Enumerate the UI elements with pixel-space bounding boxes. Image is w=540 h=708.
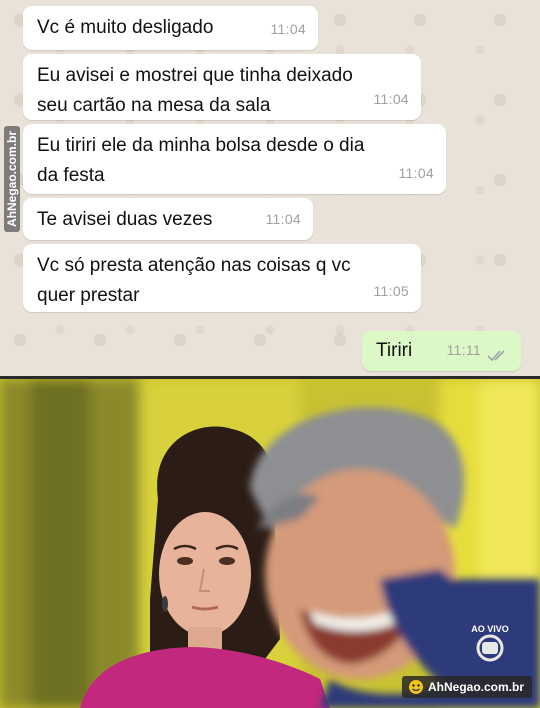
message-text: Eu tiriri ele da minha bolsa desde o dia… xyxy=(37,135,365,186)
site-watermark-text: AhNegao.com.br xyxy=(427,680,524,694)
side-watermark: AhNegao.com.br xyxy=(2,120,22,238)
message-bubble-4[interactable]: Te avisei duas vezes 11:04 xyxy=(23,198,313,240)
message-time: 11:04 xyxy=(270,21,306,37)
site-logo-icon xyxy=(408,680,423,694)
message-text: Te avisei duas vezes xyxy=(37,209,213,230)
chat-panel: Vc é muito desligado 11:04 Eu avisei e m… xyxy=(0,0,540,376)
reaction-photo-illustration xyxy=(0,379,540,708)
site-watermark-badge: AhNegao.com.br xyxy=(401,676,532,698)
read-receipt-icon xyxy=(487,350,505,362)
message-bubble-3[interactable]: Eu tiriri ele da minha bolsa desde o dia… xyxy=(23,124,446,194)
message-time: 11:04 xyxy=(398,165,434,181)
message-bubble-1[interactable]: Vc é muito desligado 11:04 xyxy=(23,6,318,50)
side-watermark-text: AhNegao.com.br xyxy=(4,125,20,233)
message-text: Eu avisei e mostrei que tinha deixado se… xyxy=(37,65,353,116)
reaction-photo: AO VIVO AhNegao.com.br xyxy=(0,379,540,708)
live-broadcast-logo: AO VIVO xyxy=(460,624,520,664)
message-bubble-2[interactable]: Eu avisei e mostrei que tinha deixado se… xyxy=(23,54,421,120)
message-time: 11:04 xyxy=(373,91,409,107)
message-text: Vc só presta atenção nas coisas q vc que… xyxy=(37,255,351,306)
message-bubble-outgoing[interactable]: Tiriri 11:11 xyxy=(362,331,521,371)
message-bubble-5[interactable]: Vc só presta atenção nas coisas q vc que… xyxy=(23,244,421,312)
live-broadcast-label: AO VIVO xyxy=(471,624,509,634)
message-time: 11:04 xyxy=(265,211,301,227)
message-time: 11:11 xyxy=(446,342,481,358)
message-text: Vc é muito desligado xyxy=(37,17,214,38)
message-time: 11:05 xyxy=(373,283,409,299)
